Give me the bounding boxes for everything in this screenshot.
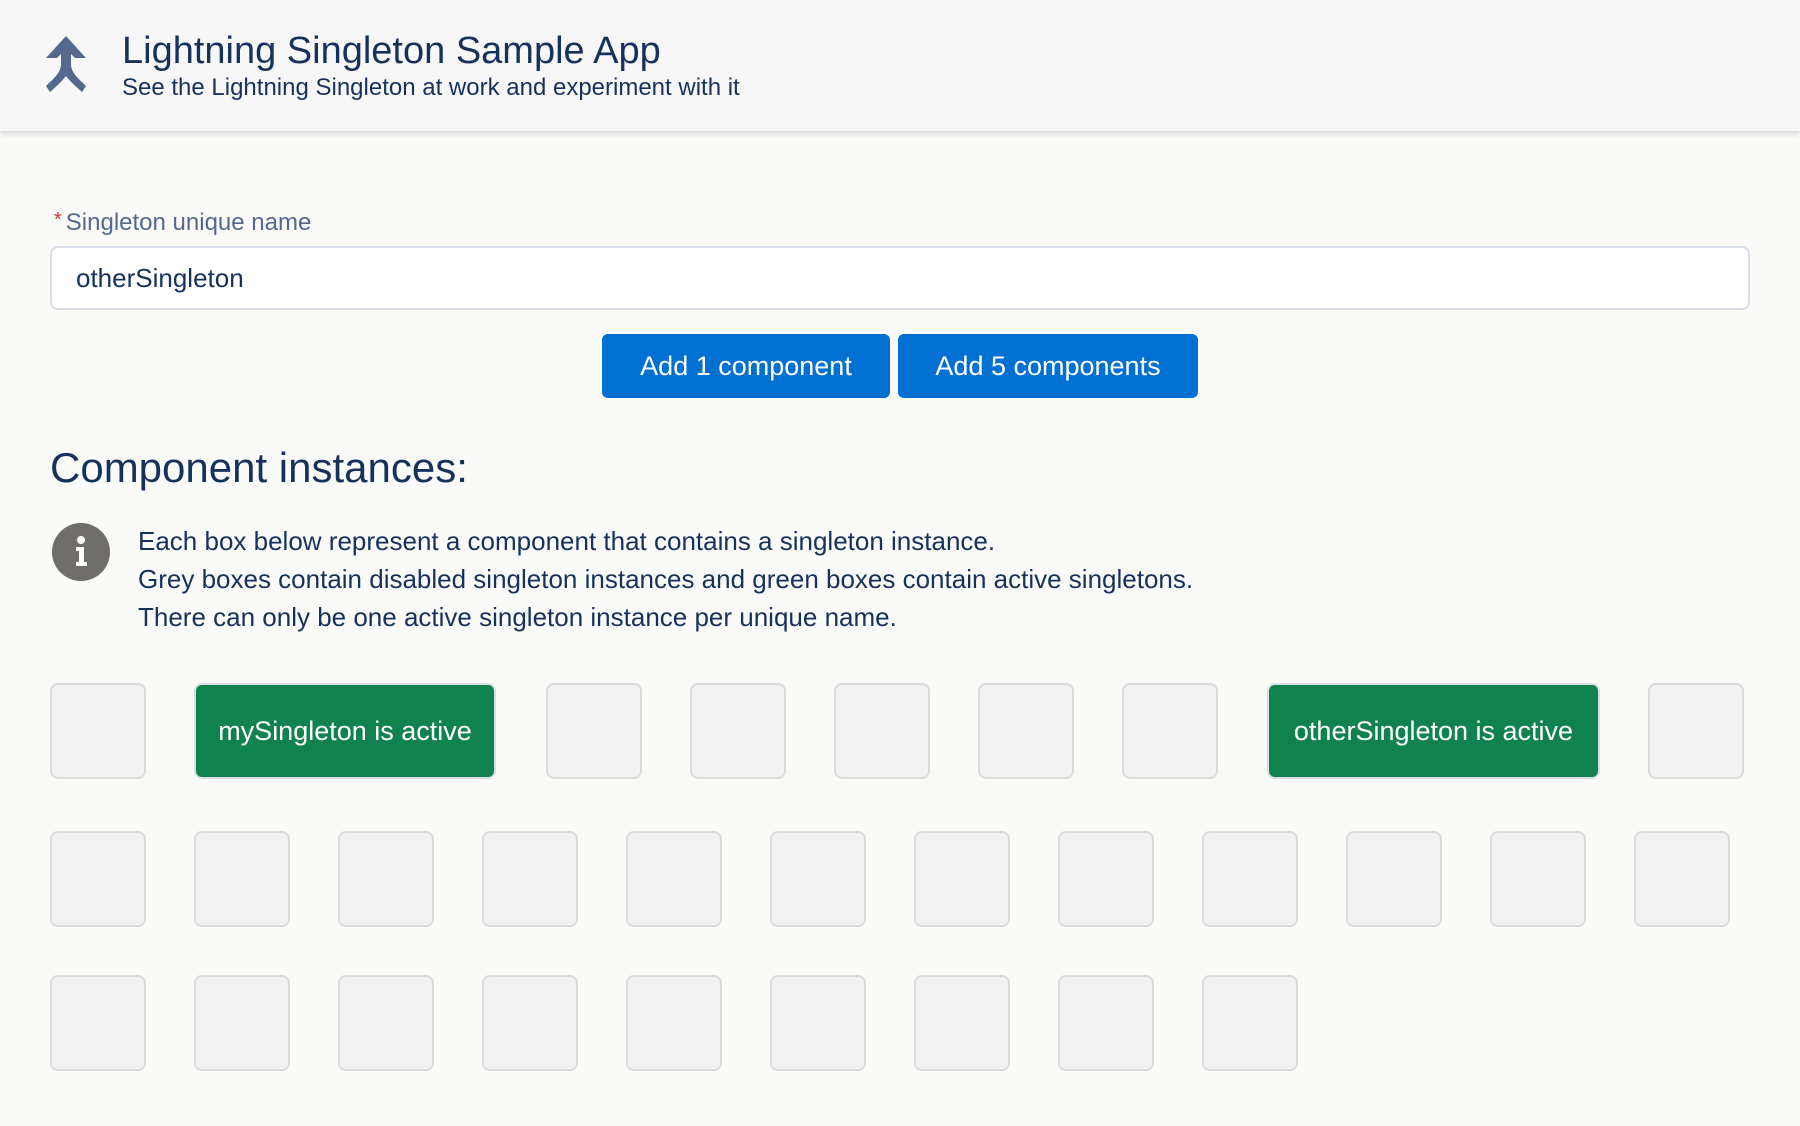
singleton-box-disabled: [1346, 831, 1442, 927]
info-line: There can only be one active singleton i…: [138, 602, 897, 632]
info-text: Each box below represent a component tha…: [138, 522, 1193, 636]
singleton-box-disabled: [770, 975, 866, 1071]
component-instances-title: Component instances:: [50, 444, 468, 491]
app-header: Lightning Singleton Sample App See the L…: [0, 0, 1800, 132]
singleton-box-disabled: [978, 683, 1074, 779]
required-marker: *: [54, 209, 62, 231]
singleton-box-disabled: [834, 683, 930, 779]
info-line: Each box below represent a component tha…: [138, 526, 996, 556]
singleton-box-disabled: [690, 683, 786, 779]
singleton-box-disabled: [626, 831, 722, 927]
singleton-box-disabled: [194, 975, 290, 1071]
singleton-box-disabled: [626, 975, 722, 1071]
singleton-box-disabled: [1648, 683, 1744, 779]
singleton-box-disabled: [482, 831, 578, 927]
info-icon: [52, 523, 110, 581]
app-title: Lightning Singleton Sample App: [122, 30, 661, 72]
singleton-box-disabled: [338, 831, 434, 927]
singleton-box-disabled: [482, 975, 578, 1071]
singleton-box-disabled: [546, 683, 642, 779]
singleton-box-disabled: [1122, 683, 1218, 779]
add-five-components-button[interactable]: Add 5 components: [898, 334, 1198, 398]
singleton-box-disabled: [50, 975, 146, 1071]
info-line: Grey boxes contain disabled singleton in…: [138, 564, 1194, 594]
singleton-box-disabled: [50, 831, 146, 927]
singleton-name-input[interactable]: [50, 246, 1750, 310]
singleton-box-disabled: [50, 683, 146, 779]
singleton-name-label-text: Singleton unique name: [65, 209, 312, 236]
singleton-box-disabled: [338, 975, 434, 1071]
singleton-box-active: mySingleton is active: [194, 683, 496, 779]
singleton-box-disabled: [1634, 831, 1730, 927]
app-subtitle: See the Lightning Singleton at work and …: [122, 74, 740, 101]
singleton-box-disabled: [1058, 975, 1154, 1071]
singleton-box-disabled: [1202, 975, 1298, 1071]
singleton-box-disabled: [1202, 831, 1298, 927]
add-one-component-button[interactable]: Add 1 component: [602, 334, 890, 398]
singleton-name-label: * Singleton unique name: [54, 209, 311, 237]
singleton-box-disabled: [770, 831, 866, 927]
singleton-box-active: otherSingleton is active: [1267, 683, 1600, 779]
merge-arrow-icon: [46, 36, 86, 92]
singleton-box-disabled: [914, 831, 1010, 927]
singleton-box-disabled: [1490, 831, 1586, 927]
singleton-box-disabled: [194, 831, 290, 927]
singleton-box-disabled: [1058, 831, 1154, 927]
singleton-box-disabled: [914, 975, 1010, 1071]
